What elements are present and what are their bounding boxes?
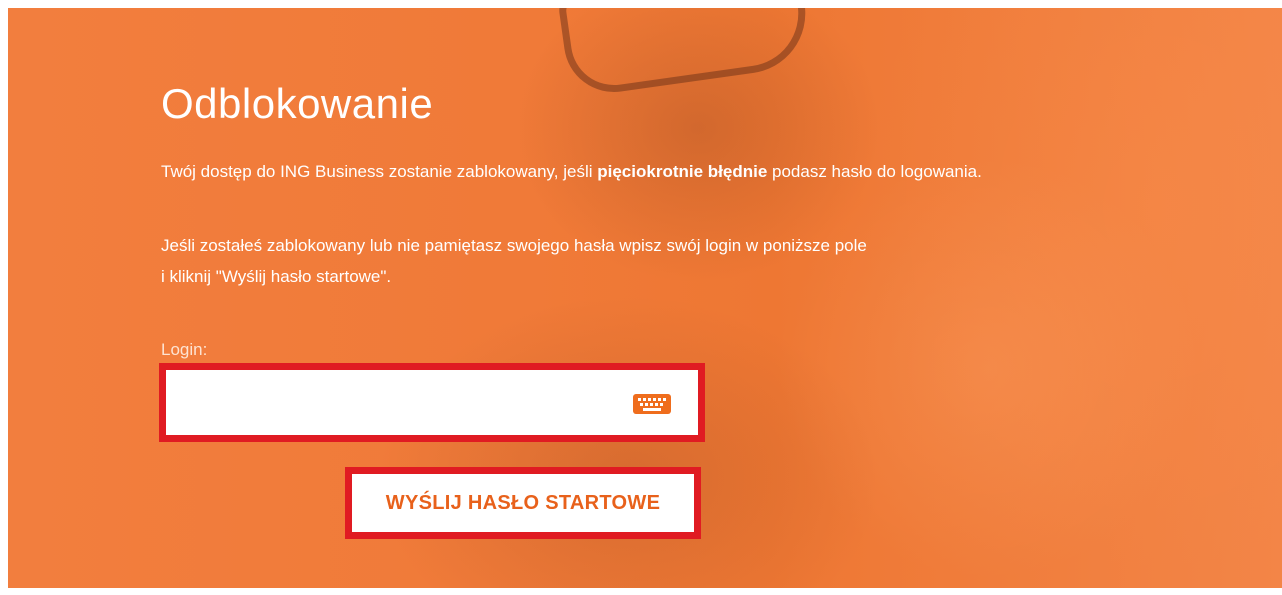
keyboard-icon[interactable] [632, 393, 672, 415]
login-label: Login: [161, 340, 208, 359]
lockout-warning-text: Twój dostęp do ING Business zostanie zab… [161, 162, 982, 182]
instruction-line-1: Jeśli zostałeś zablokowany lub nie pamię… [161, 236, 867, 255]
instruction-text: Jeśli zostałeś zablokowany lub nie pamię… [161, 230, 921, 292]
lockout-warning-after: podasz hasło do logowania. [767, 162, 982, 181]
login-field-container [159, 363, 705, 442]
page-title: Odblokowanie [161, 80, 434, 127]
unlock-panel: Odblokowanie Twój dostęp do ING Business… [8, 8, 1282, 588]
instruction-line-2: i kliknij "Wyślij hasło startowe". [161, 267, 392, 286]
lockout-warning-before: Twój dostęp do ING Business zostanie zab… [161, 162, 598, 181]
send-start-password-button[interactable]: WYŚLIJ HASŁO STARTOWE [345, 467, 701, 539]
lockout-warning-bold: pięciokrotnie błędnie [597, 162, 768, 181]
login-input[interactable] [170, 374, 624, 432]
content-area: Odblokowanie Twój dostęp do ING Business… [8, 8, 1282, 588]
